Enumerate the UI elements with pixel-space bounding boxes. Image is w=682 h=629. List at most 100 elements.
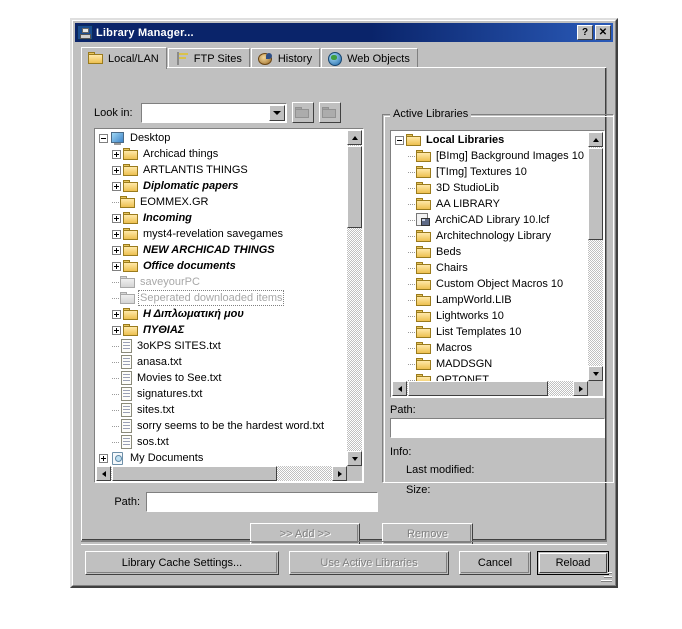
tab-history[interactable]: History (250, 48, 321, 68)
tree-item[interactable]: anasa.txt (96, 354, 347, 370)
look-in-combo[interactable] (140, 102, 287, 123)
tree-item[interactable]: EOMMEX.GR (96, 194, 347, 210)
expand-icon[interactable] (112, 181, 121, 191)
tree-item[interactable]: Η Διπλωματική μου (96, 306, 347, 322)
tree-item[interactable]: [BImg] Background Images 10 (392, 148, 588, 164)
scrollbar-thumb[interactable] (588, 148, 603, 240)
folder-icon (406, 133, 422, 147)
tree-item[interactable]: OPTONET (392, 372, 588, 381)
expand-icon[interactable] (112, 165, 121, 175)
folder-icon (416, 277, 432, 291)
file-tree-vertical-scrollbar[interactable] (347, 130, 362, 466)
scroll-down-button[interactable] (347, 451, 362, 466)
folder-icon (416, 293, 432, 307)
tree-item[interactable]: Movies to See.txt (96, 370, 347, 386)
tree-item[interactable]: 3oKPS SITES.txt (96, 338, 347, 354)
expand-icon[interactable] (112, 229, 121, 239)
expand-icon[interactable] (112, 245, 121, 255)
expand-icon[interactable] (112, 213, 121, 223)
collapse-icon[interactable] (99, 133, 108, 143)
cancel-button[interactable]: Cancel (459, 551, 531, 575)
scroll-left-button[interactable] (392, 381, 407, 396)
tree-item-label: saveyourPC (140, 276, 200, 288)
expand-icon[interactable] (112, 325, 121, 335)
tree-connector (408, 292, 416, 308)
tree-item[interactable]: List Templates 10 (392, 324, 588, 340)
scroll-right-button[interactable] (573, 381, 588, 396)
tree-connector (408, 308, 416, 324)
scroll-up-button[interactable] (347, 130, 362, 145)
scroll-left-button[interactable] (96, 466, 111, 481)
tree-item[interactable]: [TImg] Textures 10 (392, 164, 588, 180)
library-cache-settings-button[interactable]: Library Cache Settings... (85, 551, 279, 575)
tree-item[interactable]: sos.txt (96, 434, 347, 450)
file-tree-viewport[interactable]: Desktop Archicad things ARTLANTIS THINGS Di… (96, 130, 347, 466)
active-libraries-viewport[interactable]: Local Libraries [BImg] Background Images … (392, 132, 588, 381)
tree-item[interactable]: Office documents (96, 258, 347, 274)
path-input[interactable] (146, 492, 378, 512)
tree-item[interactable]: Lightworks 10 (392, 308, 588, 324)
tree-item[interactable]: sites.txt (96, 402, 347, 418)
resize-grip[interactable] (599, 569, 612, 582)
use-active-libraries-button[interactable]: Use Active Libraries (289, 551, 449, 575)
title-bar[interactable]: Library Manager... ? ✕ (75, 23, 613, 42)
tree-item[interactable]: AA LIBRARY (392, 196, 588, 212)
tree-item[interactable]: ArchiCAD Library 10.lcf (392, 212, 588, 228)
history-icon (257, 52, 274, 66)
tree-item[interactable]: NEW ARCHICAD THINGS (96, 242, 347, 258)
new-folder-button[interactable] (318, 102, 341, 123)
expand-icon[interactable] (112, 149, 121, 159)
tree-item[interactable]: Custom Object Macros 10 (392, 276, 588, 292)
scroll-up-button[interactable] (588, 132, 603, 147)
up-one-level-button[interactable] (291, 102, 314, 123)
tree-item[interactable]: myst4-revelation savegames (96, 226, 347, 242)
tree-item[interactable]: ΠΥΘΙΑΣ (96, 322, 347, 338)
tree-item[interactable]: Chairs (392, 260, 588, 276)
scrollbar-thumb[interactable] (112, 466, 277, 481)
tree-item-label: [TImg] Textures 10 (436, 166, 527, 178)
library-cache-settings-label: Library Cache Settings... (121, 557, 243, 569)
expand-icon[interactable] (112, 309, 121, 319)
folder-icon (416, 309, 432, 323)
folder-icon (416, 229, 432, 243)
tab-panel-inner: Look in: Desktop Archicad things ARTLANTIS… (82, 68, 614, 545)
tree-item[interactable]: LampWorld.LIB (392, 292, 588, 308)
tree-item[interactable]: Architechnology Library (392, 228, 588, 244)
scrollbar-thumb[interactable] (408, 381, 548, 396)
chevron-down-icon[interactable] (268, 104, 285, 121)
active-libraries-vertical-scrollbar[interactable] (588, 132, 603, 381)
tree-item[interactable]: MADDSGN (392, 356, 588, 372)
tree-item[interactable]: sorry seems to be the hardest word.txt (96, 418, 347, 434)
file-tree-horizontal-scrollbar[interactable] (96, 466, 347, 481)
tree-item[interactable]: ARTLANTIS THINGS (96, 162, 347, 178)
tree-item[interactable]: Local Libraries (392, 132, 588, 148)
scroll-down-button[interactable] (588, 366, 603, 381)
help-button[interactable]: ? (577, 25, 593, 40)
tab-local-lan[interactable]: Local/LAN (81, 47, 167, 69)
tree-item[interactable]: Seperated downloaded items (96, 290, 347, 306)
tree-item[interactable]: Incoming (96, 210, 347, 226)
collapse-icon[interactable] (395, 135, 404, 145)
tab-ftp-sites[interactable]: FTP Sites (167, 48, 250, 68)
tree-item[interactable]: 3D StudioLib (392, 180, 588, 196)
scrollbar-thumb[interactable] (347, 146, 362, 228)
tree-item[interactable]: My Documents (96, 450, 347, 466)
tab-web-objects[interactable]: Web Objects (321, 48, 418, 68)
tree-item[interactable]: saveyourPC (96, 274, 347, 290)
tree-item[interactable]: Desktop (96, 130, 347, 146)
close-button[interactable]: ✕ (595, 25, 611, 40)
tree-connector (112, 386, 120, 402)
tree-item[interactable]: signatures.txt (96, 386, 347, 402)
scroll-right-button[interactable] (332, 466, 347, 481)
lcf-file-icon (416, 213, 431, 227)
expand-icon[interactable] (112, 261, 121, 271)
tree-item[interactable]: Beds (392, 244, 588, 260)
tree-item[interactable]: Diplomatic papers (96, 178, 347, 194)
tree-item[interactable]: Macros (392, 340, 588, 356)
tree-item[interactable]: Archicad things (96, 146, 347, 162)
text-file-icon (120, 354, 133, 370)
active-libraries-horizontal-scrollbar[interactable] (392, 381, 588, 396)
expand-icon[interactable] (99, 453, 108, 463)
library-path-input[interactable] (390, 418, 605, 438)
tree-item-label: Chairs (436, 262, 468, 274)
